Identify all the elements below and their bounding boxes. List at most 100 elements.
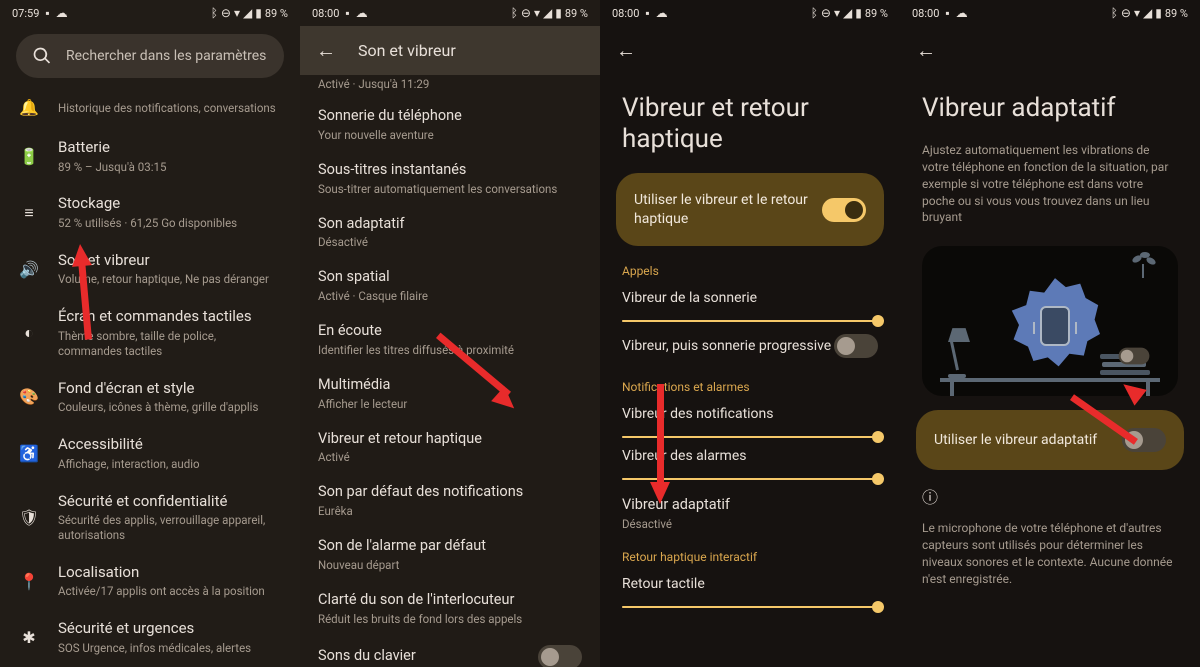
search-icon	[32, 46, 52, 66]
battery-icon: 🔋	[18, 145, 40, 167]
item-title: Multimédia	[318, 376, 582, 395]
sound-settings-item-9[interactable]: Clarté du son de l'interlocuteur Réduit l…	[318, 582, 582, 636]
sound-settings-screen: 08:00 ▪ ☁ ᛒ ⊖ ▾ ◢ ▮ 89 % ← Son et vibreu…	[300, 0, 600, 667]
item-sub: Nouveau départ	[318, 558, 582, 573]
search-placeholder: Rechercher dans les paramètres	[66, 48, 266, 64]
adaptive-toggle-switch[interactable]	[1122, 428, 1166, 452]
notif-dot-icon: ▪	[945, 6, 949, 20]
back-arrow-icon[interactable]: ←	[916, 38, 936, 63]
settings-item-display[interactable]: ◐Écran et commandes tactilesThème sombre…	[0, 297, 300, 368]
phone-vibrate-icon	[1040, 306, 1070, 346]
settings-item-notifications[interactable]: 🔔 Historique des notifications, conversat…	[0, 86, 300, 128]
sound-settings-item-10[interactable]: Sons du clavier	[318, 636, 582, 667]
sound-settings-item-8[interactable]: Son de l'alarme par défaut Nouveau départ	[318, 528, 582, 582]
settings-search[interactable]: Rechercher dans les paramètres	[16, 34, 284, 78]
cloud-icon: ☁	[956, 6, 968, 20]
back-arrow-icon[interactable]: ←	[316, 38, 336, 63]
sound-settings-item-2[interactable]: Son adaptatifDésactivé	[318, 206, 582, 260]
bt-icon: ᛒ	[811, 6, 818, 20]
storage-icon: ≡	[18, 202, 40, 224]
item-title: En écoute	[318, 322, 582, 341]
adaptive-vibration-screen: 08:00 ▪ ☁ ᛒ ⊖ ▾ ◢ ▮ 89 % ← Vibreur adapt…	[900, 0, 1200, 667]
illustration-switch-icon	[1119, 348, 1150, 365]
sound-settings-item-6[interactable]: Vibreur et retour haptiqueActivé	[318, 421, 582, 475]
item-sub: Réduit les bruits de fond lors des appel…	[318, 612, 582, 627]
wifi-icon: ▾	[534, 6, 540, 20]
status-time: 07:59	[12, 7, 39, 20]
item-switch[interactable]	[538, 645, 582, 667]
cloud-icon: ☁	[56, 6, 68, 20]
settings-item-location[interactable]: 📍LocalisationActivée/17 applis ont accès…	[0, 553, 300, 609]
info-row: ⓘ	[900, 474, 1200, 516]
settings-item-emergency[interactable]: ✱ Sécurité et urgences SOS Urgence, infos …	[0, 609, 300, 665]
master-vibration-toggle-card[interactable]: Utiliser le vibreur et le retour haptiqu…	[616, 173, 884, 245]
sound-icon: 🔊	[18, 258, 40, 280]
ring-progressive-toggle[interactable]: Vibreur, puis sonnerie progressive	[600, 326, 900, 366]
item-sub: Your nouvelle aventure	[318, 128, 582, 143]
item-title: Son de l'alarme par défaut	[318, 537, 582, 556]
item-title: Sécurité et urgences	[58, 619, 282, 639]
bt-icon: ᛒ	[511, 6, 518, 20]
vibration-settings-screen: 08:00 ▪ ☁ ᛒ ⊖ ▾ ◢ ▮ 89 % ← Vibreur et re…	[600, 0, 900, 667]
sound-settings-item-1[interactable]: Sous-titres instantanésSous-titrer autom…	[318, 152, 582, 206]
sound-settings-item-5[interactable]: MultimédiaAfficher le lecteur	[318, 367, 582, 421]
status-time: 08:00	[312, 7, 339, 20]
settings-item-security[interactable]: 🛡Sécurité et confidentialitéSécurité des…	[0, 482, 300, 553]
settings-item-sound[interactable]: 🔊Son et vibreurVolume, retour haptique, …	[0, 241, 300, 297]
slider-ringer-vibration[interactable]: Vibreur de la sonnerie	[600, 284, 900, 326]
emergency-icon: ✱	[18, 627, 40, 649]
dnd-icon: ⊖	[1121, 6, 1131, 20]
ring-progressive-switch[interactable]	[834, 334, 878, 358]
header-sub: Activé · Jusqu'à 11:29	[318, 77, 582, 92]
master-toggle-switch[interactable]	[822, 198, 866, 222]
adaptive-sub: Désactivé	[622, 517, 878, 532]
cloud-icon: ☁	[656, 6, 668, 20]
page-header: ←	[600, 26, 900, 75]
page-header-title: Son et vibreur	[358, 41, 456, 60]
section-calls: Appels	[600, 250, 900, 284]
settings-item-accessibility[interactable]: ♿AccessibilitéAffichage, interaction, au…	[0, 425, 300, 481]
display-icon: ◐	[18, 322, 40, 344]
dnd-icon: ⊖	[521, 6, 531, 20]
item-sub: Volume, retour haptique, Ne pas déranger	[58, 272, 282, 287]
settings-list: 🔔 Historique des notifications, conversat…	[0, 86, 300, 667]
settings-item-battery[interactable]: 🔋Batterie89 % – Jusqu'à 03:15	[0, 128, 300, 184]
slider-alarm-label: Vibreur des alarmes	[622, 448, 878, 464]
battery-icon: ▮	[855, 6, 862, 20]
battery-pct: 89 %	[1165, 7, 1188, 20]
slider-ringer-label: Vibreur de la sonnerie	[622, 290, 878, 306]
slider-alarm-vibration[interactable]: Vibreur des alarmes	[600, 442, 900, 484]
item-title: Sécurité et confidentialité	[58, 492, 282, 512]
sound-settings-item-3[interactable]: Son spatialActivé · Casque filaire	[318, 259, 582, 313]
item-title: Stockage	[58, 194, 282, 214]
adaptive-vibration-item[interactable]: Vibreur adaptatif Désactivé	[600, 484, 900, 536]
signal-icon: ◢	[543, 6, 552, 20]
slider-touch-feedback[interactable]: Retour tactile	[600, 570, 900, 612]
back-arrow-icon[interactable]: ←	[616, 38, 636, 63]
bt-icon: ᛒ	[211, 6, 218, 20]
slider-touch-label: Retour tactile	[622, 576, 878, 592]
sound-settings-item-0[interactable]: Sonnerie du téléphoneYour nouvelle avent…	[318, 98, 582, 152]
page-description: Ajustez automatiquement les vibrations d…	[900, 138, 1200, 236]
adaptive-title: Vibreur adaptatif	[622, 496, 878, 515]
battery-icon: ▮	[555, 6, 562, 20]
item-title: Vibreur et retour haptique	[318, 430, 582, 449]
sound-settings-item-4[interactable]: En écouteIdentifier les titres diffusés …	[318, 313, 582, 367]
item-title: Clarté du son de l'interlocuteur	[318, 591, 582, 610]
adaptive-toggle-card[interactable]: Utiliser le vibreur adaptatif	[916, 410, 1184, 470]
master-toggle-label: Utiliser le vibreur et le retour haptiqu…	[634, 191, 808, 227]
item-title: Son adaptatif	[318, 215, 582, 234]
item-sub: SOS Urgence, infos médicales, alertes	[58, 641, 282, 656]
settings-item-wallpaper[interactable]: 🎨Fond d'écran et styleCouleurs, icônes à…	[0, 369, 300, 425]
notifications-icon: 🔔	[18, 96, 40, 118]
slider-notif-vibration[interactable]: Vibreur des notifications	[600, 400, 900, 442]
wifi-icon: ▾	[1134, 6, 1140, 20]
settings-item-storage[interactable]: ≡Stockage52 % utilisés · 61,25 Go dispon…	[0, 184, 300, 240]
sound-settings-item-7[interactable]: Son par défaut des notificationsEurêka	[318, 474, 582, 528]
item-sub: Activé · Casque filaire	[318, 289, 582, 304]
security-icon: 🛡	[18, 506, 40, 528]
page-title: Vibreur adaptatif	[900, 75, 1200, 138]
info-icon: ⓘ	[922, 484, 938, 508]
item-title: Sons du clavier	[318, 647, 526, 666]
item-sub: Historique des notifications, conversati…	[58, 101, 282, 116]
